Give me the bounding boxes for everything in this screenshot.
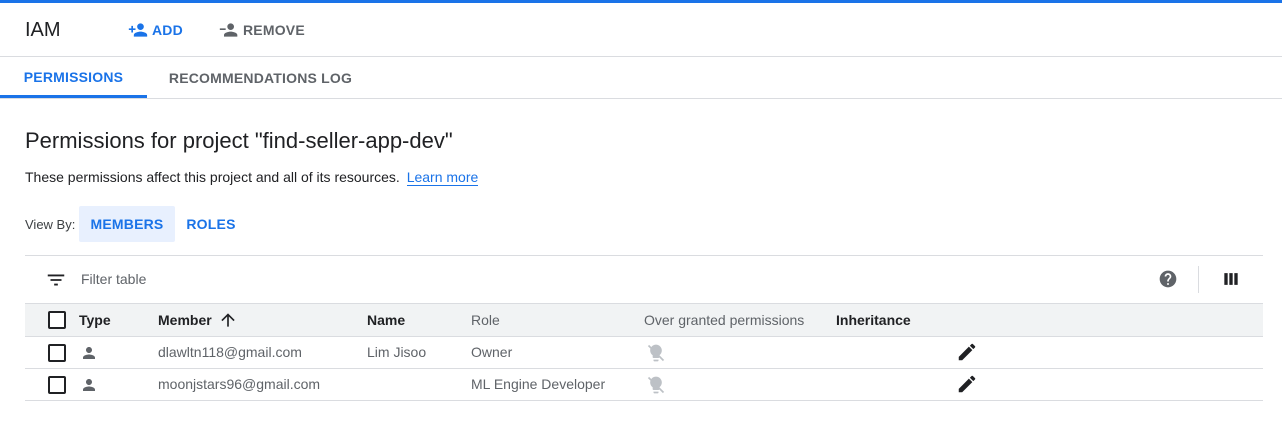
table-row: moonjstars96@gmail.com ML Engine Develop… xyxy=(25,369,1263,401)
person-icon xyxy=(83,379,95,391)
remove-button[interactable]: REMOVE xyxy=(219,18,305,42)
column-header-member-label: Member xyxy=(158,312,212,328)
row-checkbox[interactable] xyxy=(48,376,66,394)
recommendation-off-icon xyxy=(647,344,665,362)
view-by-members-button[interactable]: MEMBERS xyxy=(79,206,175,242)
edit-pencil-icon[interactable] xyxy=(956,341,978,363)
tab-permissions[interactable]: PERMISSIONS xyxy=(0,57,147,98)
toolbar-divider xyxy=(1198,266,1199,293)
filter-bar xyxy=(25,256,1263,303)
add-button[interactable]: ADD xyxy=(128,18,183,42)
person-icon xyxy=(83,347,95,359)
help-icon[interactable] xyxy=(1158,269,1178,289)
filter-input[interactable] xyxy=(81,269,581,289)
header: IAM ADD REMOVE xyxy=(0,3,1282,57)
remove-label: REMOVE xyxy=(243,22,305,38)
page-title: Permissions for project "find-seller-app… xyxy=(25,128,453,153)
member-role: ML Engine Developer xyxy=(471,376,606,392)
row-checkbox[interactable] xyxy=(48,344,66,362)
column-header-type: Type xyxy=(79,312,111,328)
edit-pencil-icon[interactable] xyxy=(956,373,978,395)
view-by-roles-button[interactable]: ROLES xyxy=(180,206,242,242)
app-title: IAM xyxy=(25,19,61,41)
column-header-over-granted: Over granted permissions xyxy=(644,312,805,328)
learn-more-link[interactable]: Learn more xyxy=(406,169,479,186)
member-email: moonjstars96@gmail.com xyxy=(158,376,321,392)
column-header-name: Name xyxy=(367,312,406,328)
sort-ascending-arrow-icon xyxy=(221,313,235,327)
tab-bar: PERMISSIONS RECOMMENDATIONS LOG xyxy=(0,57,1282,99)
remove-person-icon xyxy=(219,23,238,37)
member-role: Owner xyxy=(471,344,513,360)
add-label: ADD xyxy=(152,22,183,38)
table-header: Type Member Name Role Over granted permi… xyxy=(25,303,1263,337)
tab-recommendations-log[interactable]: RECOMMENDATIONS LOG xyxy=(147,57,374,98)
column-header-member[interactable]: Member xyxy=(158,310,238,330)
recommendation-off-icon xyxy=(647,376,665,394)
column-header-inheritance: Inheritance xyxy=(836,312,911,328)
page-subtitle: These permissions affect this project an… xyxy=(25,169,479,186)
add-person-icon xyxy=(128,23,148,37)
member-email: dlawltn118@gmail.com xyxy=(158,344,302,360)
subtitle-text: These permissions affect this project an… xyxy=(25,169,400,185)
view-by-label: View By: xyxy=(25,217,76,232)
members-table: Type Member Name Role Over granted permi… xyxy=(25,255,1263,401)
member-name: Lim Jisoo xyxy=(367,344,427,360)
column-header-role: Role xyxy=(471,312,500,328)
table-row: dlawltn118@gmail.com Lim Jisoo Owner xyxy=(25,337,1263,369)
column-display-icon[interactable] xyxy=(1221,269,1241,289)
select-all-checkbox[interactable] xyxy=(48,311,66,329)
filter-list-icon[interactable] xyxy=(45,269,67,291)
